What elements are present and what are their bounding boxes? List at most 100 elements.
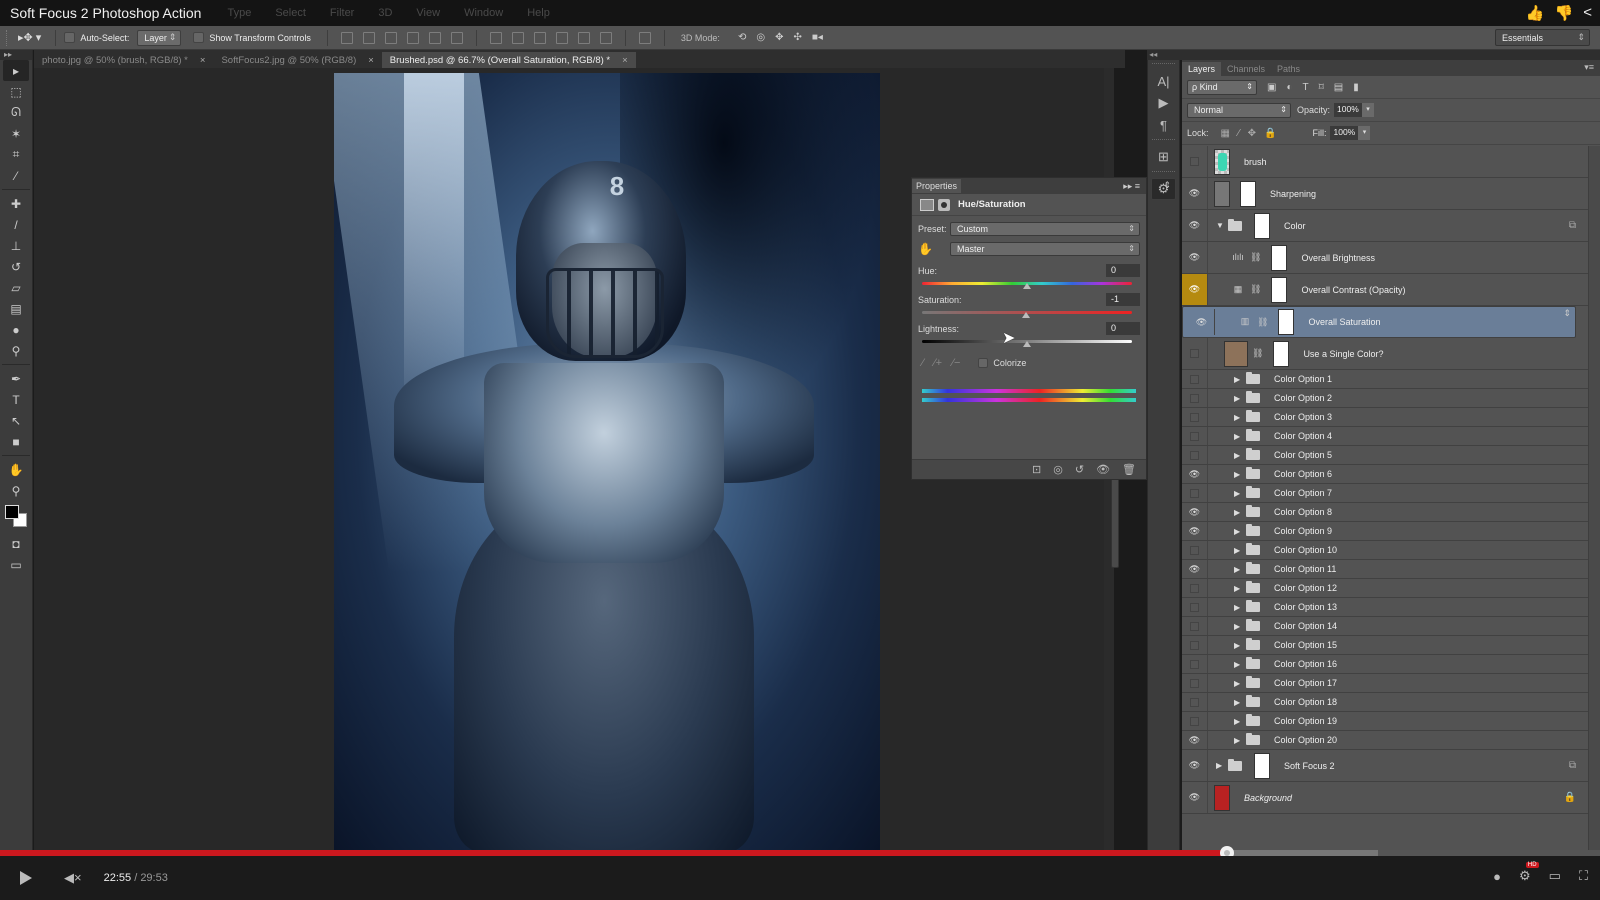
align-right-icon[interactable] — [450, 31, 463, 44]
distribute-right-icon[interactable] — [599, 31, 612, 44]
layer-row[interactable]: 👁 ▶ Color Option 20 — [1182, 731, 1588, 750]
collapse-arrow-icon[interactable]: ▶ — [1234, 489, 1242, 498]
link-icon[interactable]: ⛓ — [1250, 252, 1261, 263]
lasso-tool-icon[interactable]: ᘏ — [3, 102, 29, 123]
collapse-arrow-icon[interactable]: ▶ — [1234, 660, 1242, 669]
brush-tool-icon[interactable]: / — [3, 214, 29, 235]
visibility-toggle[interactable]: 👁 — [1189, 309, 1215, 335]
collapse-arrow-icon[interactable]: ▶ — [1234, 565, 1242, 574]
layer-row[interactable]: 👁 ılılı ⛓ Overall Brightness — [1182, 242, 1588, 274]
visibility-toggle[interactable]: 👁 — [1182, 750, 1208, 781]
tab-layers[interactable]: Layers — [1182, 62, 1222, 76]
blur-tool-icon[interactable]: ● — [3, 319, 29, 340]
close-tab-icon[interactable]: × — [200, 55, 206, 68]
settings-button[interactable]: ⚙ HD — [1519, 862, 1539, 884]
actions-panel-icon[interactable]: ▶ — [1148, 92, 1179, 114]
visibility-toggle[interactable] — [1182, 617, 1208, 635]
adjustments-panel-icon[interactable]: ⚙ — [1151, 178, 1176, 200]
lightness-slider[interactable] — [922, 340, 1132, 347]
properties-tab[interactable]: Properties — [912, 179, 962, 193]
collapse-arrow-icon[interactable]: ▶ — [1234, 603, 1242, 612]
menu-help[interactable]: Help — [515, 7, 562, 19]
lock-all-icon[interactable]: 🔒 — [1264, 128, 1276, 139]
filter-smart-object-icon[interactable]: ▤ — [1334, 82, 1343, 93]
saturation-input[interactable]: -1 — [1106, 293, 1140, 306]
close-tab-icon[interactable]: × — [368, 55, 374, 68]
layer-row[interactable]: ▶ Color Option 1 — [1182, 370, 1588, 389]
show-transform-checkbox[interactable] — [193, 32, 205, 43]
distribute-vcenter-icon[interactable] — [511, 31, 524, 44]
hue-slider[interactable] — [922, 282, 1132, 289]
panel-dock-header[interactable]: ◂◂ — [1147, 50, 1600, 60]
visibility-toggle[interactable] — [1182, 655, 1208, 673]
visibility-toggle[interactable] — [1182, 693, 1208, 711]
collapse-arrow-icon[interactable]: ▶ — [1234, 527, 1242, 536]
document-tab[interactable]: photo.jpg @ 50% (brush, RGB/8) * × — [34, 52, 213, 68]
collapse-arrow-icon[interactable]: ▶ — [1234, 698, 1242, 707]
clone-stamp-tool-icon[interactable]: ⊥ — [3, 235, 29, 256]
layer-row[interactable]: 👁 Sharpening — [1182, 178, 1588, 210]
eraser-tool-icon[interactable]: ▱ — [3, 277, 29, 298]
layer-row[interactable]: ▶ Color Option 10 — [1182, 541, 1588, 560]
eyedropper-icon[interactable]: ⁄ — [922, 357, 924, 369]
layer-row[interactable]: ▶ Color Option 19 — [1182, 712, 1588, 731]
collapse-arrow-icon[interactable]: ▶ — [1234, 717, 1242, 726]
collapse-arrow-icon[interactable]: ▶ — [1234, 584, 1242, 593]
adjustment-icon[interactable] — [920, 198, 934, 211]
paragraph-panel-icon[interactable]: ¶ — [1148, 114, 1179, 136]
visibility-toggle[interactable] — [1182, 446, 1208, 464]
close-tab-icon[interactable]: × — [622, 55, 628, 68]
layer-row[interactable]: ▶ Color Option 13 — [1182, 598, 1588, 617]
blend-mode-dropdown[interactable]: Normal — [1187, 102, 1291, 118]
collapse-arrow-icon[interactable]: ▶ — [1234, 546, 1242, 555]
collapse-arrow-icon[interactable]: ▶ — [1234, 679, 1242, 688]
align-hcenter-icon[interactable] — [428, 31, 441, 44]
layer-row[interactable]: 👁 ▶ Color Option 9 — [1182, 522, 1588, 541]
link-icon[interactable]: ⛓ — [1250, 284, 1261, 295]
distribute-bottom-icon[interactable] — [533, 31, 546, 44]
color-swatches[interactable] — [3, 503, 31, 531]
align-top-icon[interactable] — [340, 31, 353, 44]
opacity-dropdown[interactable]: ▾ — [1362, 103, 1375, 117]
collapse-arrow-icon[interactable]: ▶ — [1234, 641, 1242, 650]
preset-dropdown[interactable]: Custom — [950, 222, 1140, 236]
eyedropper-tool-icon[interactable]: ⁄ — [3, 165, 29, 186]
move-tool-icon[interactable]: ▸ — [3, 60, 29, 81]
menu-window[interactable]: Window — [452, 7, 515, 19]
lock-transparency-icon[interactable]: ▦ — [1221, 128, 1230, 139]
opacity-input[interactable]: 100% — [1334, 103, 1363, 117]
filter-shape-icon[interactable]: ⌑ — [1319, 82, 1324, 93]
layer-row[interactable]: 👁 ▶ Color Option 8 — [1182, 503, 1588, 522]
lock-position-icon[interactable]: ✥ — [1248, 128, 1256, 139]
align-left-icon[interactable] — [406, 31, 419, 44]
layer-filter-kind[interactable]: ρ Kind — [1187, 79, 1257, 95]
auto-select-checkbox[interactable] — [64, 32, 76, 43]
visibility-toggle[interactable] — [1182, 579, 1208, 597]
tools-collapse[interactable]: ▸▸ — [0, 50, 32, 60]
colorize-checkbox[interactable] — [978, 358, 989, 368]
collapse-arrow-icon[interactable]: ▶ — [1234, 470, 1242, 479]
visibility-toggle[interactable]: 👁 — [1182, 503, 1208, 521]
character-panel-icon[interactable]: A| — [1148, 70, 1179, 92]
layer-row[interactable]: ▶ Color Option 2 — [1182, 389, 1588, 408]
lightness-input[interactable]: 0 — [1106, 322, 1140, 335]
3d-drag-icon[interactable]: ✥ — [775, 32, 783, 43]
history-panel-icon[interactable]: ⊞ — [1148, 146, 1179, 168]
collapse-arrow-icon[interactable]: ▶ — [1234, 451, 1242, 460]
lightness-slider-knob[interactable] — [1023, 341, 1031, 347]
scroll-thumb[interactable] — [1111, 468, 1119, 568]
watch-later-icon[interactable]: ● — [1493, 869, 1501, 884]
menu-select[interactable]: Select — [263, 7, 318, 19]
menu-view[interactable]: View — [404, 7, 452, 19]
dodge-tool-icon[interactable]: ⚲ — [3, 340, 29, 361]
collapse-arrow-icon[interactable]: ▶ — [1234, 736, 1242, 745]
3d-scale-icon[interactable]: ■◂ — [812, 32, 823, 43]
hue-input[interactable]: 0 — [1106, 264, 1140, 277]
panel-menu-icon[interactable]: ▸▸ ≡ — [1123, 181, 1140, 192]
visibility-toggle[interactable] — [1182, 712, 1208, 730]
visibility-toggle[interactable] — [1182, 636, 1208, 654]
document-tab[interactable]: Brushed.psd @ 66.7% (Overall Saturation,… — [381, 52, 636, 68]
clip-to-layer-icon[interactable]: ⊡ — [1032, 463, 1041, 476]
gradient-tool-icon[interactable]: ▤ — [3, 298, 29, 319]
tab-channels[interactable]: Channels — [1221, 62, 1271, 76]
